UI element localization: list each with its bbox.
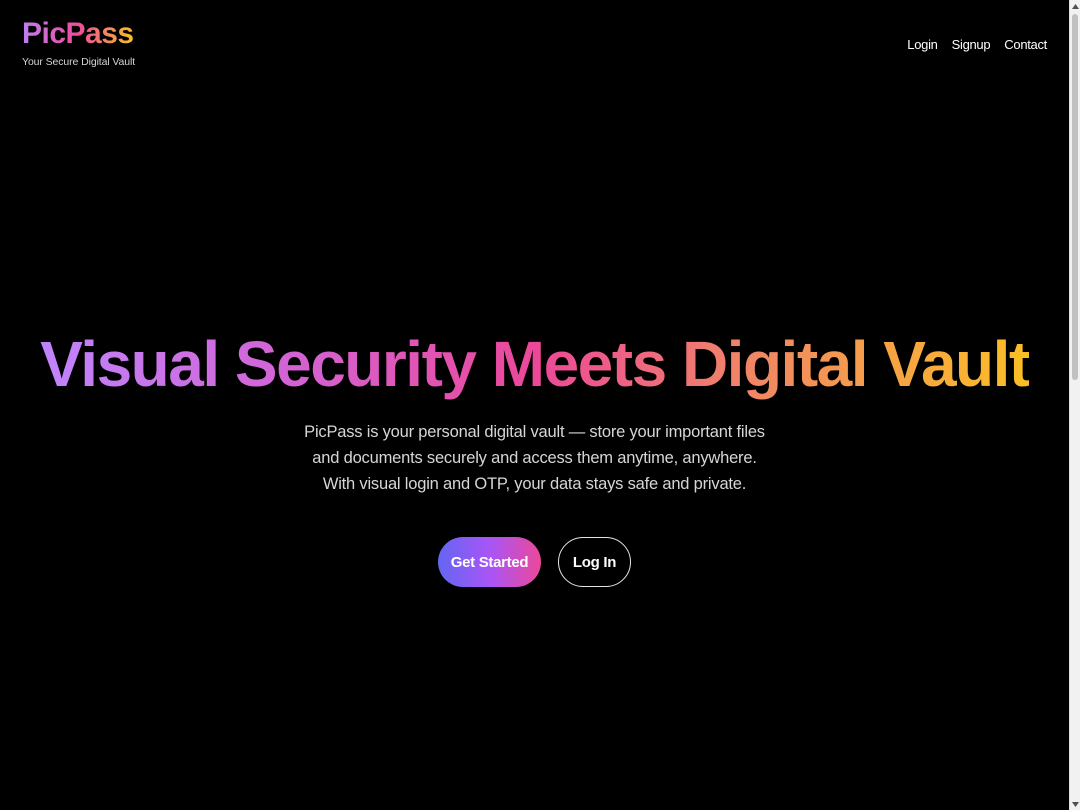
logo-text[interactable]: PicPass (22, 16, 134, 52)
scrollbar-thumb[interactable] (1072, 14, 1078, 380)
browser-viewport: PicPass Your Secure Digital Vault Login … (0, 0, 1080, 810)
cta-row: Get Started Log In (0, 537, 1069, 587)
scroll-down-arrow-icon[interactable] (1070, 798, 1080, 810)
log-in-button[interactable]: Log In (558, 537, 631, 587)
get-started-button[interactable]: Get Started (438, 537, 541, 587)
hero-section: Visual Security Meets Digital Vault PicP… (0, 325, 1069, 587)
nav-contact-link[interactable]: Contact (1004, 37, 1047, 52)
hero-headline: Visual Security Meets Digital Vault (40, 325, 1030, 403)
nav-signup-link[interactable]: Signup (952, 37, 991, 52)
top-nav: Login Signup Contact (907, 37, 1047, 52)
landing-page: PicPass Your Secure Digital Vault Login … (0, 0, 1069, 810)
vertical-scrollbar[interactable] (1069, 0, 1080, 810)
hero-description: PicPass is your personal digital vault —… (304, 423, 765, 493)
brand-tagline: Your Secure Digital Vault (22, 56, 136, 68)
nav-login-link[interactable]: Login (907, 37, 938, 52)
brand[interactable]: PicPass Your Secure Digital Vault (22, 16, 135, 68)
scroll-up-arrow-icon[interactable] (1070, 0, 1080, 12)
